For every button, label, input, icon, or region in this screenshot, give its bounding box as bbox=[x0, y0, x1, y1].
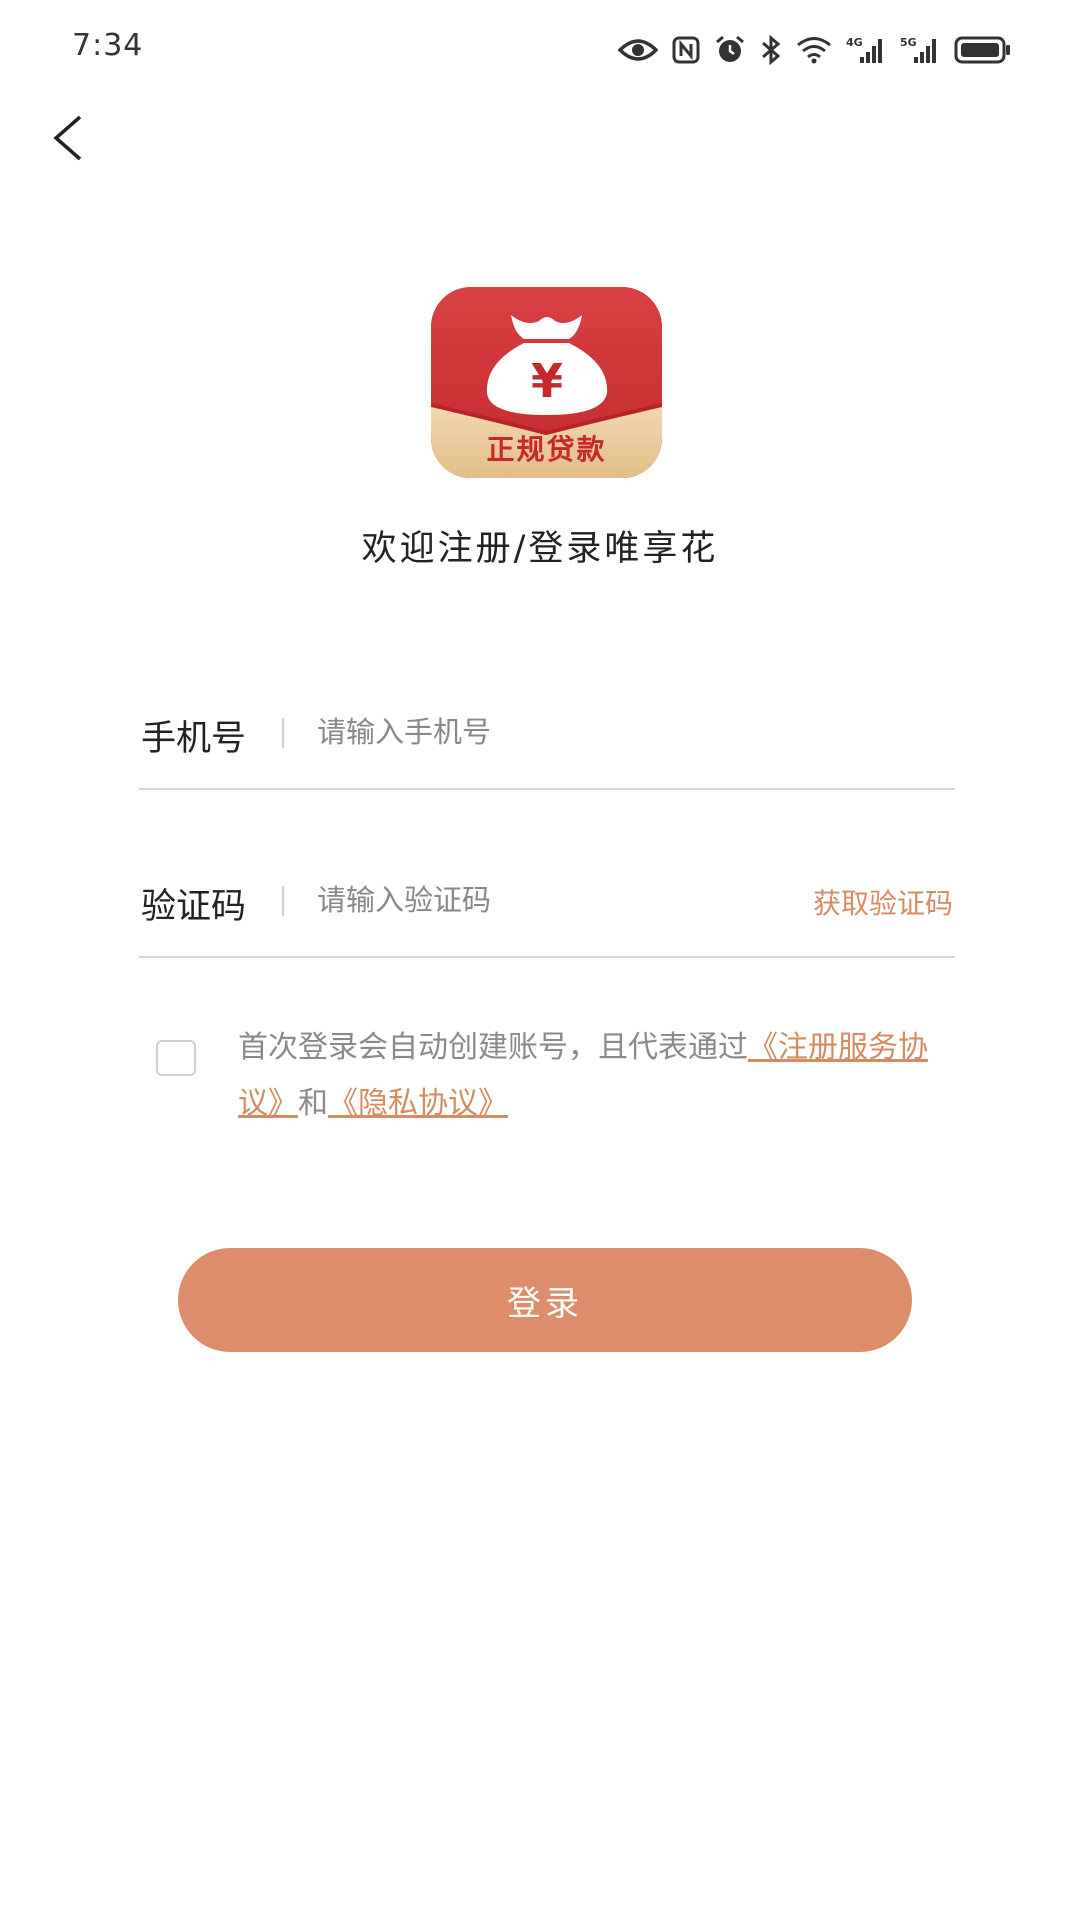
svg-text:4G: 4G bbox=[846, 36, 863, 49]
phone-separator bbox=[282, 718, 284, 748]
back-button[interactable] bbox=[36, 108, 100, 172]
status-bar: 7:34 4G 5G bbox=[0, 0, 1080, 100]
code-row: 验证码 获取验证码 bbox=[139, 836, 955, 958]
privacy-agreement-link[interactable]: 《隐私协议》 bbox=[328, 1086, 508, 1121]
agreement-connector: 和 bbox=[298, 1086, 328, 1121]
phone-row: 手机号 bbox=[139, 668, 955, 790]
verification-code-input[interactable] bbox=[317, 874, 757, 926]
wifi-icon bbox=[796, 36, 832, 64]
agreement-prefix: 首次登录会自动创建账号，且代表通过 bbox=[238, 1030, 748, 1065]
bluetooth-icon bbox=[760, 34, 782, 66]
get-code-button[interactable]: 获取验证码 bbox=[813, 882, 953, 922]
welcome-title: 欢迎注册/登录唯享花 bbox=[361, 529, 719, 569]
battery-icon bbox=[954, 35, 1012, 65]
login-button[interactable]: 登录 bbox=[178, 1248, 912, 1352]
alarm-icon bbox=[714, 35, 746, 65]
logo-text: 正规贷款 bbox=[486, 433, 607, 466]
code-label: 验证码 bbox=[141, 887, 247, 927]
phone-label: 手机号 bbox=[141, 719, 247, 759]
signal-4g-icon: 4G bbox=[846, 35, 886, 65]
status-icons: 4G 5G bbox=[618, 30, 1012, 70]
phone-input[interactable] bbox=[317, 706, 757, 758]
svg-text:¥: ¥ bbox=[531, 354, 563, 408]
status-time: 7:34 bbox=[72, 28, 144, 63]
agreement-text: 首次登录会自动创建账号，且代表通过《注册服务协议》和《隐私协议》 bbox=[238, 1020, 958, 1132]
agreement-checkbox[interactable] bbox=[156, 1040, 196, 1076]
code-separator bbox=[282, 886, 284, 916]
svg-text:5G: 5G bbox=[900, 36, 917, 49]
signal-5g-icon: 5G bbox=[900, 35, 940, 65]
nfc-icon bbox=[672, 36, 700, 64]
app-logo: ¥ 正规贷款 bbox=[431, 287, 662, 478]
eye-icon bbox=[618, 36, 658, 64]
chevron-left-icon bbox=[48, 113, 88, 167]
